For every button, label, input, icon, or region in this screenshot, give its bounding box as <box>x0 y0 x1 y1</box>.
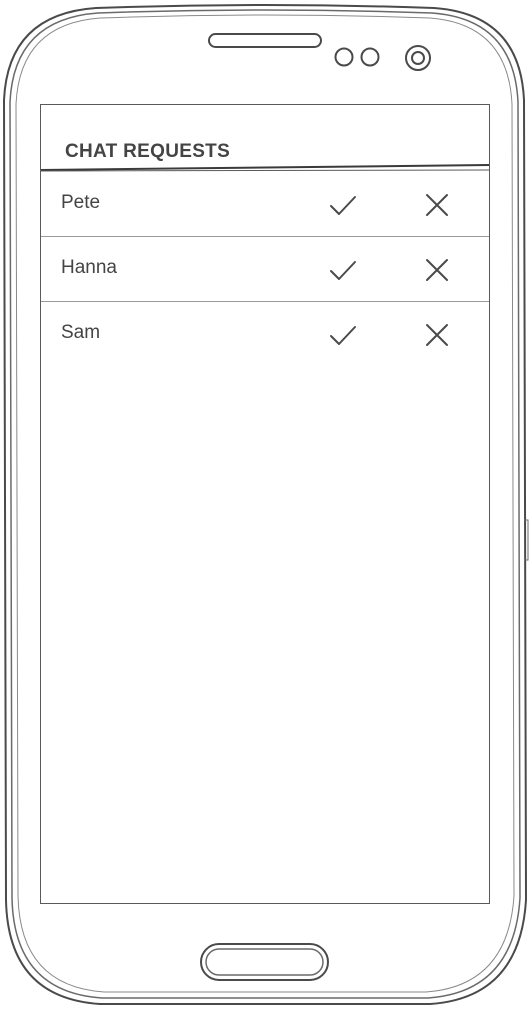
accept-request-button[interactable] <box>328 190 358 220</box>
decline-request-button[interactable] <box>422 320 452 350</box>
checkmark-icon <box>330 196 356 215</box>
checkmark-icon <box>330 261 356 280</box>
close-icon <box>426 259 448 281</box>
requester-name: Sam <box>61 322 101 343</box>
decline-request-button[interactable] <box>422 190 452 220</box>
phone-screen: CHAT REQUESTS Pete Hanna Sam <box>40 104 490 904</box>
requester-name: Pete <box>61 192 101 213</box>
decline-request-button[interactable] <box>422 255 452 285</box>
header-divider <box>41 164 489 172</box>
chat-request-row: Hanna <box>41 237 489 302</box>
chat-request-row: Pete <box>41 172 489 237</box>
phone-mockup: CHAT REQUESTS Pete Hanna Sam <box>0 0 530 1010</box>
screen-header: CHAT REQUESTS <box>41 105 489 172</box>
close-icon <box>426 324 448 346</box>
chat-request-list: Pete Hanna Sam <box>41 172 489 367</box>
requester-name: Hanna <box>61 257 117 278</box>
accept-request-button[interactable] <box>328 255 358 285</box>
chat-request-row: Sam <box>41 302 489 367</box>
page-title: CHAT REQUESTS <box>65 141 231 162</box>
accept-request-button[interactable] <box>328 320 358 350</box>
checkmark-icon <box>330 326 356 345</box>
close-icon <box>426 194 448 216</box>
